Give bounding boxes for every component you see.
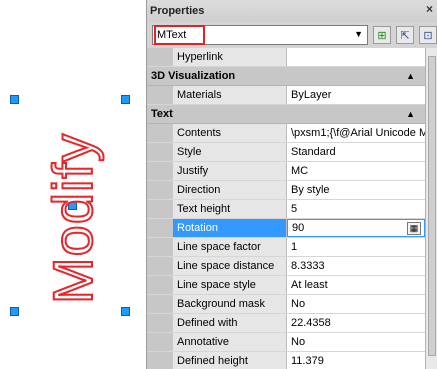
property-name: Style <box>173 143 287 161</box>
property-name: Background mask <box>173 295 287 313</box>
property-value[interactable]: 90 <box>292 222 304 234</box>
row-gutter <box>147 124 173 142</box>
row-gutter <box>147 162 173 180</box>
property-name: Hyperlink <box>173 48 287 66</box>
property-name: Justify <box>173 162 287 180</box>
property-value[interactable]: 11.379 <box>287 352 425 369</box>
section-title: 3D Visualization <box>151 70 236 82</box>
select-objects-icon[interactable]: ⇱ <box>396 26 414 44</box>
property-value[interactable]: By style <box>287 181 425 199</box>
property-row-materials[interactable]: Materials ByLayer <box>147 86 425 105</box>
property-value[interactable]: Standard <box>287 143 425 161</box>
row-gutter <box>147 86 173 104</box>
row-gutter <box>147 295 173 313</box>
property-row-background-mask[interactable]: Background mask No <box>147 295 425 314</box>
row-gutter <box>147 48 173 66</box>
property-name: Line space style <box>173 276 287 294</box>
property-name: Defined height <box>173 352 287 369</box>
property-row-style[interactable]: Style Standard <box>147 143 425 162</box>
property-value[interactable]: \pxsm1;{\f@Arial Unicode MS|b <box>287 124 425 142</box>
property-row-defined-with[interactable]: Defined with 22.4358 <box>147 314 425 333</box>
property-value[interactable]: 22.4358 <box>287 314 425 332</box>
property-row-hyperlink[interactable]: Hyperlink <box>147 48 425 67</box>
close-icon[interactable]: × <box>426 2 433 16</box>
property-name: Direction <box>173 181 287 199</box>
property-value[interactable]: No <box>287 295 425 313</box>
row-gutter <box>147 333 173 351</box>
row-gutter <box>147 200 173 218</box>
section-title: Text <box>151 108 173 120</box>
property-value[interactable]: 5 <box>287 200 425 218</box>
property-row-line-space-style[interactable]: Line space style At least <box>147 276 425 295</box>
grip-bottom-left[interactable] <box>10 307 19 316</box>
property-row-line-space-factor[interactable]: Line space factor 1 <box>147 238 425 257</box>
grip-bottom-right[interactable] <box>121 307 130 316</box>
properties-palette: Properties × MText ▼ ⊞ ⇱ ⊡ Hyperlink 3D … <box>146 0 437 369</box>
property-name: Annotative <box>173 333 287 351</box>
mtext-object[interactable]: Modify <box>40 108 105 328</box>
grip-top-right[interactable] <box>121 95 130 104</box>
property-name: Materials <box>173 86 287 104</box>
row-gutter <box>147 276 173 294</box>
collapse-icon[interactable]: ▲ <box>406 71 415 81</box>
row-gutter <box>147 219 173 237</box>
calculator-icon[interactable]: ▦ <box>407 222 421 235</box>
chevron-down-icon[interactable]: ▼ <box>354 29 363 39</box>
property-value[interactable]: MC <box>287 162 425 180</box>
property-name: Rotation <box>173 219 287 237</box>
vertical-scrollbar[interactable] <box>425 48 437 369</box>
property-row-text-height[interactable]: Text height 5 <box>147 200 425 219</box>
collapse-icon[interactable]: ▲ <box>406 109 415 119</box>
property-value[interactable]: At least <box>287 276 425 294</box>
row-gutter <box>147 257 173 275</box>
object-type-select[interactable]: MText ▼ <box>152 25 368 45</box>
property-value[interactable]: 1 <box>287 238 425 256</box>
row-gutter <box>147 143 173 161</box>
property-name: Line space distance <box>173 257 287 275</box>
property-row-direction[interactable]: Direction By style <box>147 181 425 200</box>
section-text[interactable]: Text ▲ <box>147 105 425 124</box>
property-row-defined-height[interactable]: Defined height 11.379 <box>147 352 425 369</box>
palette-toolbar: MText ▼ ⊞ ⇱ ⊡ <box>147 22 437 48</box>
property-name: Contents <box>173 124 287 142</box>
object-type-value: MText <box>157 29 187 41</box>
rotation-input[interactable]: 90 ▦ <box>287 219 425 237</box>
toggle-pickadd-icon[interactable]: ⊡ <box>419 26 437 44</box>
section-3d-visualization[interactable]: 3D Visualization ▲ <box>147 67 425 86</box>
property-name: Text height <box>173 200 287 218</box>
palette-titlebar[interactable]: Properties × <box>147 0 437 22</box>
property-row-rotation[interactable]: Rotation 90 ▦ <box>147 219 425 238</box>
scrollbar-thumb[interactable] <box>428 56 436 356</box>
property-row-contents[interactable]: Contents \pxsm1;{\f@Arial Unicode MS|b <box>147 124 425 143</box>
property-row-annotative[interactable]: Annotative No <box>147 333 425 352</box>
row-gutter <box>147 181 173 199</box>
property-name: Defined with <box>173 314 287 332</box>
palette-title: Properties <box>150 5 205 17</box>
quick-select-icon[interactable]: ⊞ <box>373 26 391 44</box>
property-value[interactable] <box>287 48 425 66</box>
row-gutter <box>147 352 173 369</box>
property-row-justify[interactable]: Justify MC <box>147 162 425 181</box>
row-gutter <box>147 314 173 332</box>
mtext-label: Modify <box>40 132 105 305</box>
property-row-line-space-distance[interactable]: Line space distance 8.3333 <box>147 257 425 276</box>
property-value[interactable]: ByLayer <box>287 86 425 104</box>
grip-top-left[interactable] <box>10 95 19 104</box>
property-name: Line space factor <box>173 238 287 256</box>
drawing-canvas[interactable]: Modify <box>0 0 146 369</box>
row-gutter <box>147 238 173 256</box>
property-value[interactable]: No <box>287 333 425 351</box>
property-value[interactable]: 8.3333 <box>287 257 425 275</box>
property-grid: Hyperlink 3D Visualization ▲ Materials B… <box>147 48 425 369</box>
